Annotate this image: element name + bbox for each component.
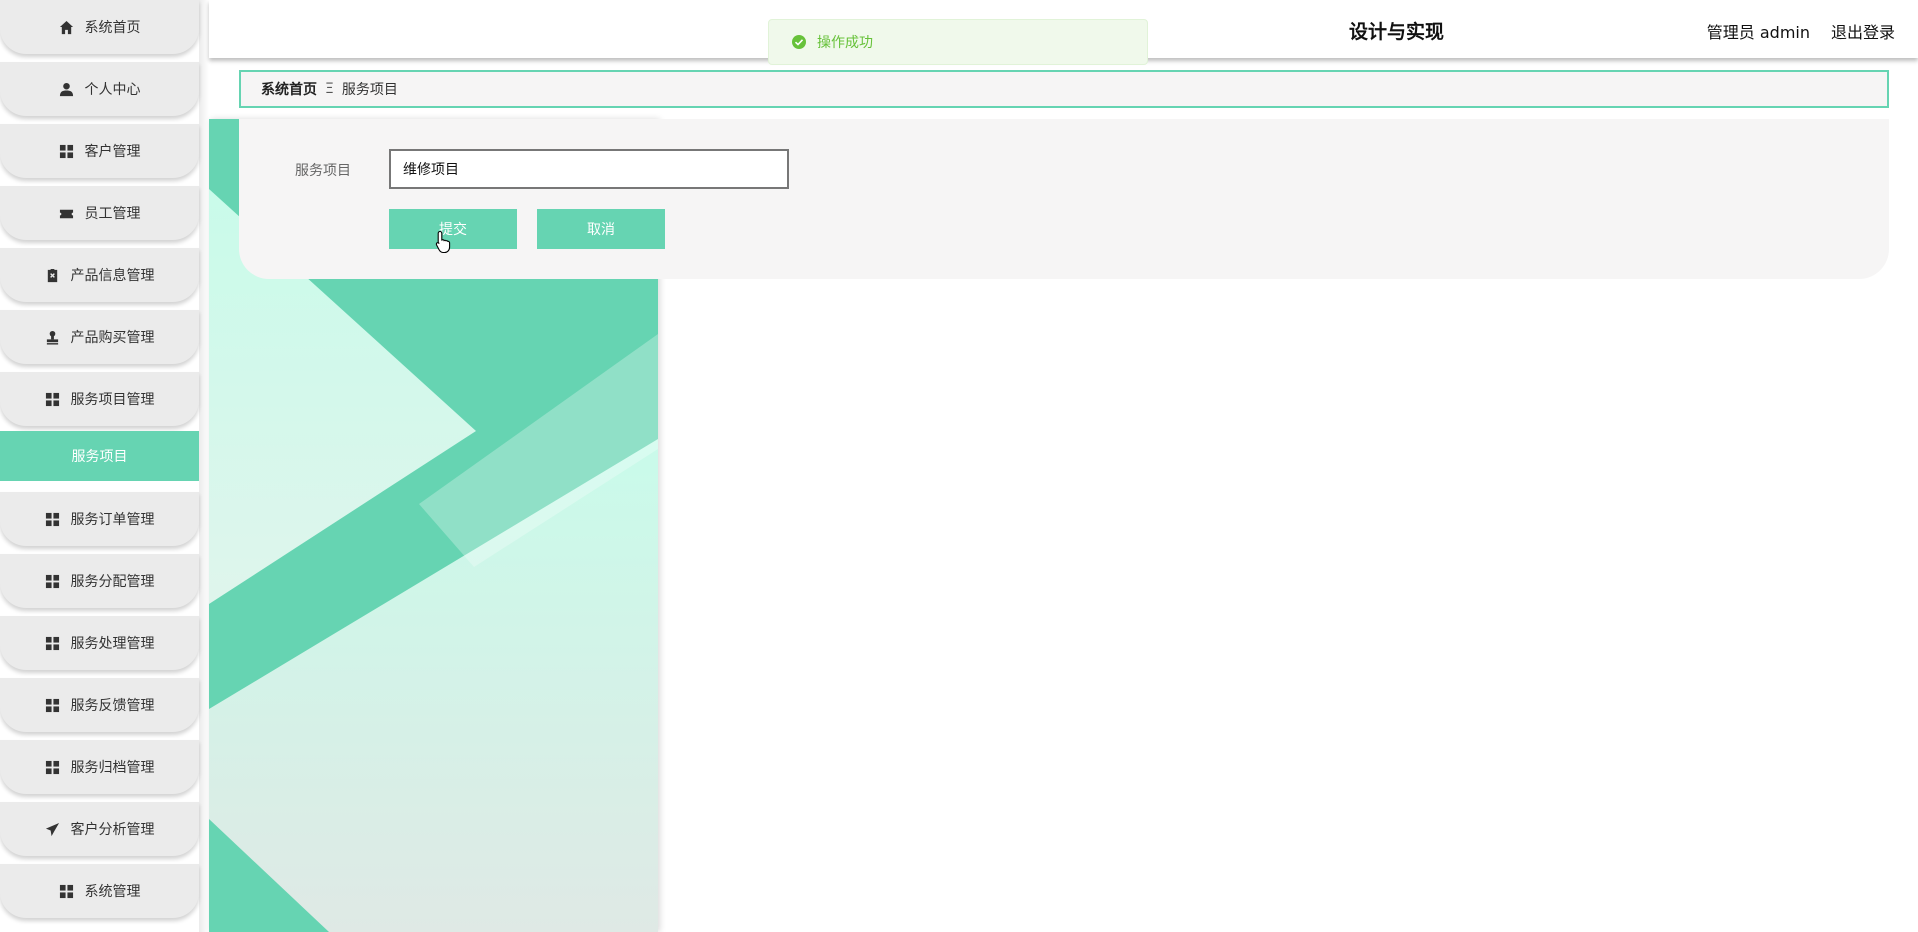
sidebar-item-label: 客户管理 [84,144,141,160]
grid-icon [59,143,75,159]
service-project-label: 服务项目 [295,163,351,179]
current-user: 管理员 admin [1706,23,1810,42]
sidebar-item-product-purchase[interactable]: 产品购买管理 [0,310,199,364]
breadcrumb-separator: Ξ [325,81,334,97]
sidebar-item-service-order[interactable]: 服务订单管理 [0,492,199,546]
logout-link[interactable]: 退出登录 [1831,19,1895,43]
sidebar-item-service-handle[interactable]: 服务处理管理 [0,616,199,670]
sidebar-item-service-project[interactable]: 服务项目管理 [0,372,199,426]
sidebar-item-home[interactable]: 系统首页 [0,0,199,54]
sidebar-item-label: 服务分配管理 [70,574,155,590]
grid-icon [45,635,61,651]
grid-icon [45,511,61,527]
sidebar-item-service-feedback[interactable]: 服务反馈管理 [0,678,199,732]
sidebar-item-label: 服务项目管理 [70,392,155,408]
sidebar-item-service-archive[interactable]: 服务归档管理 [0,740,199,794]
cancel-button[interactable]: 取消 [537,209,665,249]
page-title: 设计与实现 [1349,21,1445,43]
sidebar-item-personal-center[interactable]: 个人中心 [0,62,199,116]
sidebar-item-label: 服务订单管理 [70,512,155,528]
breadcrumb: 系统首页 Ξ 服务项目 [239,70,1889,108]
sidebar-item-label: 员工管理 [84,206,141,222]
form-card: 服务项目 提交 取消 [239,119,1889,279]
paper-plane-icon [45,821,61,837]
toast-message: 操作成功 [817,35,873,51]
hand-cursor-icon [435,230,451,254]
sidebar-item-service-assign[interactable]: 服务分配管理 [0,554,199,608]
user-icon [59,81,75,97]
check-circle-icon [792,35,806,49]
grid-icon [59,883,75,899]
service-project-input[interactable] [389,149,789,189]
clipboard-icon [45,267,61,283]
sidebar-item-label: 服务处理管理 [70,636,155,652]
sidebar-item-system[interactable]: 系统管理 [0,864,199,918]
grid-icon [45,759,61,775]
grid-icon [45,573,61,589]
sidebar: 系统首页 个人中心 客户管理 员工管理 产品信息管理 产品购买管理 服务项目管理… [0,0,199,932]
sidebar-item-label: 客户分析管理 [70,822,155,838]
success-toast: 操作成功 [768,19,1148,65]
sidebar-item-label: 服务反馈管理 [70,698,155,714]
breadcrumb-home[interactable]: 系统首页 [261,79,317,99]
sidebar-item-customer-analysis[interactable]: 客户分析管理 [0,802,199,856]
submit-button[interactable]: 提交 [389,209,517,249]
ticket-icon [59,205,75,221]
breadcrumb-current: 服务项目 [341,82,398,98]
sidebar-item-product-info[interactable]: 产品信息管理 [0,248,199,302]
grid-icon [45,391,61,407]
home-icon [59,19,75,35]
sidebar-item-label: 系统首页 [84,20,141,36]
sidebar-item-employee[interactable]: 员工管理 [0,186,199,240]
sidebar-item-label: 个人中心 [84,82,141,98]
sidebar-shadow [199,0,209,932]
sidebar-item-label: 系统管理 [84,884,141,900]
sidebar-subitem-service-project[interactable]: 服务项目 [0,431,199,481]
sidebar-item-label: 产品信息管理 [70,268,155,284]
grid-icon [45,697,61,713]
sidebar-item-label: 产品购买管理 [70,330,155,346]
sidebar-item-label: 服务归档管理 [70,760,155,776]
stamp-icon [45,329,61,345]
sidebar-item-customer[interactable]: 客户管理 [0,124,199,178]
